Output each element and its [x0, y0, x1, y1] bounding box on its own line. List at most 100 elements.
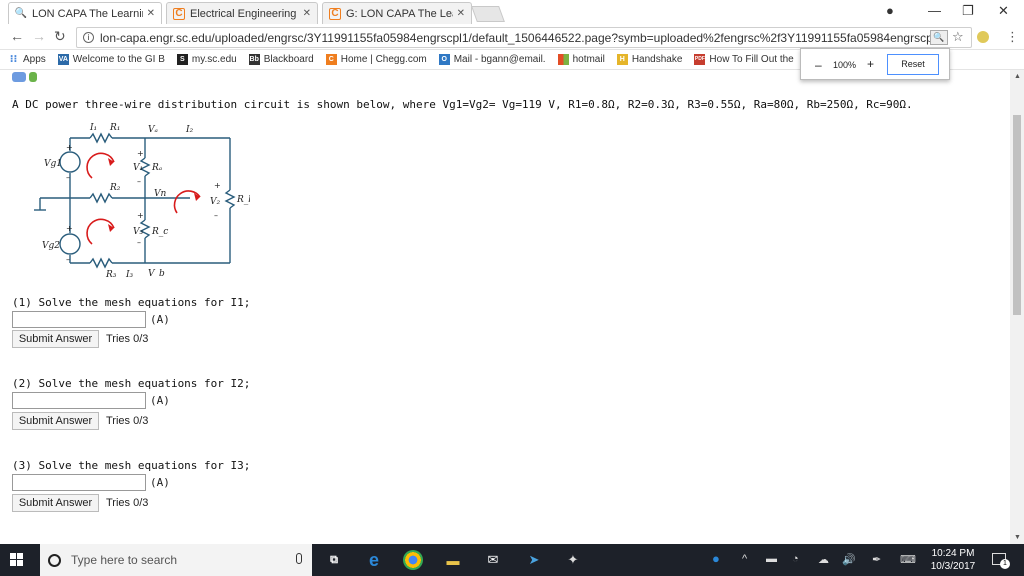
svg-text:+: + — [66, 224, 73, 233]
forward-arrow-icon[interactable]: → — [32, 28, 46, 44]
info-icon[interactable]: i — [83, 32, 94, 43]
paper-plane-icon[interactable]: ➤ — [524, 550, 544, 570]
close-icon[interactable]: ✕ — [303, 8, 311, 19]
volume-icon[interactable]: 🔊 — [842, 553, 856, 566]
bookmark-welcome[interactable]: VA Welcome to the GI B — [57, 54, 165, 65]
bookmark-star-icon[interactable]: ☆ — [952, 29, 964, 45]
label-Rc: R_c — [151, 227, 168, 237]
svg-text:+: + — [137, 211, 144, 220]
zoom-in-button[interactable]: + — [867, 57, 874, 71]
chegg-favicon-icon: C — [329, 7, 341, 20]
scroll-down-icon[interactable]: ▼ — [1014, 534, 1021, 541]
minimize-icon[interactable]: — — [928, 3, 941, 18]
mail-icon[interactable]: ✉ — [483, 550, 503, 570]
answer-1-input[interactable] — [12, 311, 146, 328]
notification-center-icon[interactable]: 1 — [992, 553, 1010, 569]
submit-answer-3-button[interactable]: Submit Answer — [12, 494, 99, 512]
feedback-icons — [12, 72, 37, 82]
zoom-icon[interactable]: 🔍 — [930, 30, 948, 45]
search-placeholder: Type here to search — [71, 553, 178, 567]
label-I2: I₂ — [185, 125, 194, 135]
tab-chegg[interactable]: C Electrical Engineering qu ✕ — [166, 2, 318, 24]
label-Vb: V_b — [148, 269, 165, 278]
chrome-icon[interactable] — [403, 550, 423, 570]
browser-toolbar: ← → ↻ i lon-capa.engr.sc.edu/uploaded/en… — [0, 24, 1024, 50]
bookmark-mail[interactable]: O Mail - bgann@email. — [438, 54, 546, 65]
windows-start-icon[interactable] — [10, 553, 24, 567]
submit-answer-1-button[interactable]: Submit Answer — [12, 330, 99, 348]
zoom-level: 100% — [833, 60, 857, 70]
taskbar-search-box[interactable]: Type here to search — [40, 544, 312, 576]
apps-grid-icon: ⁝⁝ — [9, 54, 18, 65]
tab-title: G: LON CAPA The Learni — [346, 7, 453, 20]
pen-icon[interactable]: ✒ — [872, 553, 881, 566]
page-content: A DC power three-wire distribution circu… — [0, 70, 1010, 544]
circuit-diagram: I₁ R₁ Vₐ I₂ Vg1 V₁ Rₐ R₂ Vn V₂ R_b Vg2 V… — [34, 123, 250, 278]
scroll-up-icon[interactable]: ▲ — [1014, 73, 1021, 80]
extension-icon[interactable] — [977, 31, 989, 43]
sc-logo-icon: S — [176, 54, 188, 65]
vertical-scrollbar[interactable]: ▲ ▼ — [1010, 70, 1024, 544]
address-bar[interactable]: i lon-capa.engr.sc.edu/uploaded/engrsc/3… — [76, 27, 972, 48]
status-icon[interactable] — [29, 72, 37, 82]
bookmark-blackboard[interactable]: Bb Blackboard — [248, 54, 314, 65]
bookmark-hotmail[interactable]: hotmail — [557, 54, 605, 65]
tab-lon-capa[interactable]: 🔍 LON CAPA The Learning ✕ — [8, 2, 162, 24]
keyboard-icon[interactable]: ⌨ — [900, 553, 916, 566]
answer-2-unit: (A) — [150, 394, 170, 407]
help-icon[interactable]: ● — [712, 551, 720, 566]
answer-2-input[interactable] — [12, 392, 146, 409]
battery-icon[interactable]: ▬ — [766, 553, 777, 565]
edge-icon[interactable]: e — [364, 550, 384, 570]
svg-text:–: – — [137, 177, 141, 186]
pdf-icon: PDF — [694, 54, 706, 65]
answer-3-input[interactable] — [12, 474, 146, 491]
tab-title: Electrical Engineering qu — [190, 7, 299, 20]
submit-answer-2-button[interactable]: Submit Answer — [12, 412, 99, 430]
scrollbar-thumb[interactable] — [1013, 115, 1021, 315]
bookmark-mysc[interactable]: S my.sc.edu — [176, 54, 237, 65]
wifi-icon[interactable]: ◔ — [792, 553, 799, 565]
svg-text:–: – — [214, 211, 218, 220]
cortana-icon — [48, 553, 61, 567]
system-clock[interactable]: 10:24 PM 10/3/2017 — [922, 547, 984, 573]
close-icon[interactable]: ✕ — [457, 8, 465, 19]
outlook-icon: O — [438, 54, 450, 65]
tab-lon-capa-2[interactable]: C G: LON CAPA The Learni ✕ — [322, 2, 472, 24]
label-Vn: Vn — [154, 189, 166, 199]
label-Rb: R_b — [236, 195, 250, 205]
answer-3-unit: (A) — [150, 476, 170, 489]
chevron-up-icon[interactable]: ^ — [742, 553, 747, 565]
menu-dots-icon[interactable]: ⋮ — [1006, 29, 1019, 45]
notification-count: 1 — [1000, 559, 1010, 569]
window-close-icon[interactable]: ✕ — [998, 3, 1009, 19]
svg-text:+: + — [66, 143, 73, 152]
bookmark-label: hotmail — [572, 54, 605, 65]
label-Va: Vₐ — [148, 125, 158, 135]
back-arrow-icon[interactable]: ← — [10, 28, 24, 44]
profile-icon[interactable]: ● — [886, 3, 894, 18]
restore-icon[interactable]: ❐ — [962, 3, 974, 19]
bookmark-apps[interactable]: ⁝⁝ Apps — [8, 54, 46, 65]
windows-taskbar: Type here to search ⧉ e ▬ ✉ ➤ ✦ ● ^ ▬ ◔ … — [0, 544, 1024, 576]
cloud-icon[interactable]: ☁ — [818, 553, 829, 566]
task-view-icon[interactable]: ⧉ — [324, 550, 344, 570]
reload-icon[interactable]: ↻ — [54, 28, 66, 45]
chegg-favicon-icon: C — [173, 7, 185, 20]
bookmark-pdf[interactable]: PDF How To Fill Out the — [694, 54, 794, 65]
chat-icon[interactable] — [12, 72, 26, 82]
bookmark-label: Mail - bgann@email. — [453, 54, 546, 65]
new-tab-button[interactable] — [471, 6, 505, 22]
svg-text:–: – — [66, 255, 70, 264]
bookmark-handshake[interactable]: H Handshake — [616, 54, 682, 65]
url-text: lon-capa.engr.sc.edu/uploaded/engrsc/3Y1… — [100, 30, 946, 45]
close-icon[interactable]: ✕ — [147, 8, 155, 19]
bookmark-chegg[interactable]: C Home | Chegg.com — [325, 54, 427, 65]
app-icon[interactable]: ✦ — [563, 550, 583, 570]
question-3-text: (3) Solve the mesh equations for I3; — [12, 459, 251, 472]
label-I1: I₁ — [89, 123, 97, 133]
file-explorer-icon[interactable]: ▬ — [443, 550, 463, 570]
microphone-icon[interactable] — [296, 553, 302, 564]
chegg-icon: C — [325, 54, 337, 65]
tab-strip: 🔍 LON CAPA The Learning ✕ C Electrical E… — [0, 0, 1024, 24]
